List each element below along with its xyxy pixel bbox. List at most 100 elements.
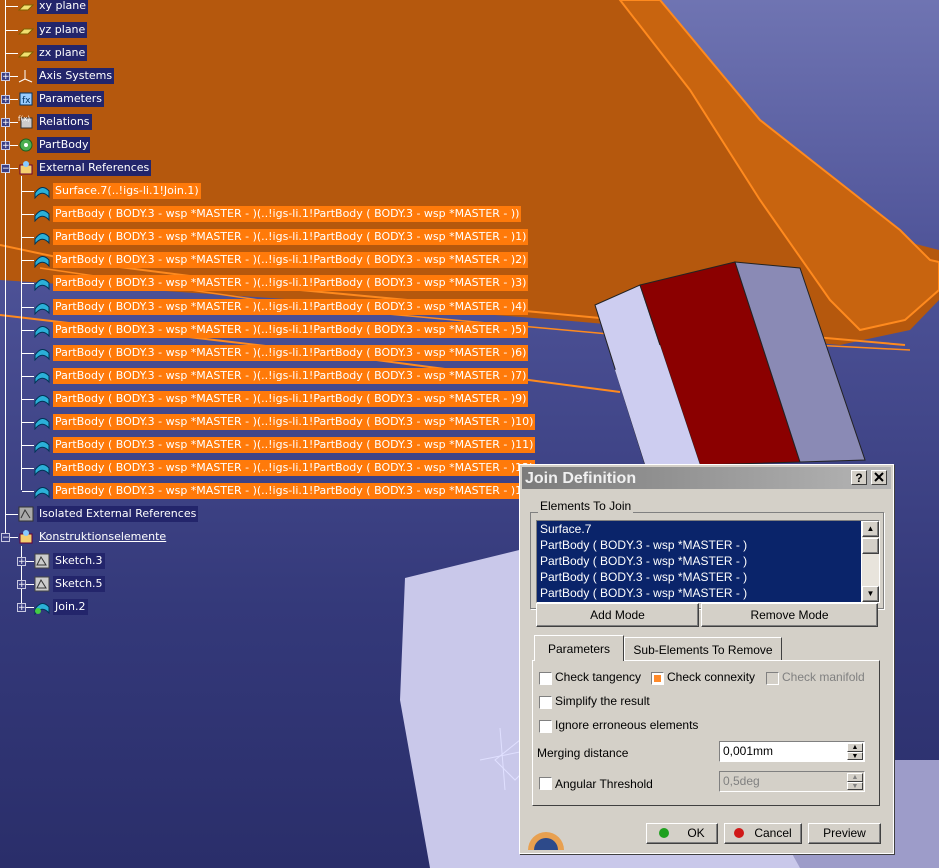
expand-icon[interactable]: + [1, 95, 10, 105]
remove-mode-button[interactable]: Remove Mode [701, 603, 878, 627]
tab-sub-elements-to-remove[interactable]: Sub-Elements To Remove [624, 637, 782, 661]
merging-distance-field[interactable]: 0,001mm ▲ ▼ [719, 741, 865, 762]
close-button[interactable] [871, 470, 887, 485]
check-manifold-checkbox[interactable] [766, 672, 779, 685]
elements-list-item[interactable]: PartBody ( BODY.3 - wsp *MASTER - ) [537, 553, 861, 569]
check-connexity-checkbox[interactable] [651, 672, 664, 685]
expand-icon[interactable]: + [1, 72, 10, 82]
tree-node-label: yz plane [37, 22, 88, 38]
tree-connector [6, 53, 18, 54]
tree-branch-line [21, 176, 22, 490]
tree-node-label: PartBody ( BODY.3 - wsp *MASTER - )(..!i… [53, 229, 529, 245]
elements-list[interactable]: Surface.7 PartBody ( BODY.3 - wsp *MASTER… [536, 520, 880, 603]
list-scrollbar[interactable]: ▲ ▼ [862, 521, 879, 602]
tree-node[interactable]: Konstruktionselemente [18, 528, 168, 546]
expand-icon[interactable]: + [17, 580, 26, 590]
angular-threshold-checkbox[interactable] [539, 777, 552, 790]
tree-connector [6, 6, 18, 7]
tree-node[interactable]: PartBody ( BODY.3 - wsp *MASTER - )(..!i… [34, 298, 529, 316]
close-icon [874, 472, 884, 482]
tree-node-label: PartBody ( BODY.3 - wsp *MASTER - )(..!i… [53, 460, 536, 476]
tree-node[interactable]: PartBody ( BODY.3 - wsp *MASTER - )(..!i… [34, 321, 529, 339]
elements-list-item[interactable]: PartBody ( BODY.3 - wsp *MASTER - ) [537, 537, 861, 553]
tree-node[interactable]: xy plane [17, 0, 89, 15]
partbody-icon [18, 137, 34, 153]
scroll-thumb[interactable] [862, 538, 879, 554]
collapse-icon[interactable]: − [1, 164, 10, 174]
add-mode-button[interactable]: Add Mode [536, 603, 699, 627]
tree-node-label: PartBody ( BODY.3 - wsp *MASTER - )(..!i… [53, 275, 529, 291]
dialog-titlebar[interactable]: Join Definition ? [522, 467, 891, 489]
tree-node[interactable]: zx plane [17, 44, 88, 62]
tree-node[interactable]: PartBody ( BODY.3 - wsp *MASTER - )(..!i… [34, 436, 536, 454]
expand-icon[interactable]: + [1, 118, 10, 128]
elements-list-item[interactable]: Surface.7 [537, 521, 861, 537]
tree-node[interactable]: PartBody ( BODY.3 - wsp *MASTER - )(..!i… [34, 344, 529, 362]
collapse-icon[interactable]: − [1, 533, 10, 543]
elements-list-item[interactable]: PartBody ( BODY.3 - wsp *MASTER - ) [537, 569, 861, 585]
tree-node-label: zx plane [37, 45, 88, 61]
ok-button[interactable]: OK [646, 823, 718, 844]
expand-icon[interactable]: + [17, 557, 26, 567]
elements-to-join-label: Elements To Join [538, 499, 634, 513]
angular-threshold-stepper[interactable]: ▲ ▼ [847, 773, 863, 790]
check-manifold-label: Check manifold [782, 670, 865, 684]
tree-connector [22, 445, 34, 446]
check-tangency-label: Check tangency [555, 670, 642, 684]
tree-node[interactable]: PartBody ( BODY.3 - wsp *MASTER - )(..!i… [34, 274, 529, 292]
tree-node[interactable]: PartBody ( BODY.3 - wsp *MASTER - )(..!i… [34, 228, 529, 246]
tree-node-label: xy plane [37, 0, 89, 14]
join-icon [34, 599, 50, 616]
tree-node[interactable]: PartBody [18, 136, 91, 154]
simplify-result-label: Simplify the result [555, 694, 650, 708]
simplify-result-checkbox[interactable] [539, 696, 552, 709]
scroll-down-button[interactable]: ▼ [862, 586, 879, 602]
tree-node[interactable]: PartBody ( BODY.3 - wsp *MASTER - )(..!i… [34, 251, 529, 269]
preview-button[interactable]: Preview [808, 823, 881, 844]
cancel-button[interactable]: Cancel [724, 823, 802, 844]
tree-node-label: Konstruktionselemente [39, 530, 167, 543]
tree-node[interactable]: f(x) Relations [18, 113, 92, 131]
tree-node[interactable]: PartBody ( BODY.3 - wsp *MASTER - )(..!i… [34, 390, 529, 408]
tree-node[interactable]: Sketch.3 [34, 552, 105, 570]
expand-icon[interactable]: + [17, 603, 26, 613]
ignore-erroneous-checkbox[interactable] [539, 720, 552, 733]
surface-icon [34, 299, 50, 316]
tree-connector [22, 353, 34, 354]
cancel-icon [734, 828, 745, 838]
ok-label: OK [687, 826, 705, 840]
help-button[interactable]: ? [851, 470, 867, 485]
check-tangency-checkbox[interactable] [539, 672, 552, 685]
tree-node-label: Relations [37, 114, 92, 130]
surface-icon [34, 368, 50, 385]
external-references-icon [18, 160, 34, 176]
tree-node-label: Axis Systems [37, 68, 115, 84]
tree-node[interactable]: PartBody ( BODY.3 - wsp *MASTER - )(..!i… [34, 367, 529, 385]
expand-icon[interactable]: + [1, 141, 10, 151]
tree-node[interactable]: Surface.7(..!igs-li.1!Join.1) [34, 182, 201, 200]
tree-node[interactable]: PartBody ( BODY.3 - wsp *MASTER - )(..!i… [34, 459, 536, 477]
catia-logo-icon [528, 832, 564, 868]
svg-text:f(x): f(x) [18, 115, 30, 123]
ignore-erroneous-label: Ignore erroneous elements [555, 718, 699, 732]
merging-distance-stepper[interactable]: ▲ ▼ [847, 743, 863, 760]
tree-node[interactable]: PartBody ( BODY.3 - wsp *MASTER - )(..!i… [34, 205, 522, 223]
tree-node[interactable]: External References [18, 159, 152, 177]
tab-parameters[interactable]: Parameters [534, 635, 624, 661]
parameters-icon: fx [18, 91, 34, 107]
tree-node[interactable]: fx Parameters [18, 90, 104, 108]
tree-node-label: PartBody ( BODY.3 - wsp *MASTER - )(..!i… [53, 437, 536, 453]
angular-threshold-field[interactable]: 0,5deg ▲ ▼ [719, 771, 865, 792]
elements-list-item[interactable]: PartBody ( BODY.3 - wsp *MASTER - ) [537, 585, 861, 601]
tree-node[interactable]: PartBody ( BODY.3 - wsp *MASTER - )(..!i… [34, 482, 536, 500]
scroll-up-button[interactable]: ▲ [862, 521, 879, 537]
tree-node[interactable]: PartBody ( BODY.3 - wsp *MASTER - )(..!i… [34, 413, 536, 431]
tree-node[interactable]: Axis Systems [18, 67, 115, 85]
svg-text:fx: fx [22, 96, 31, 106]
tree-node[interactable]: Isolated External References [18, 505, 199, 523]
tree-node[interactable]: Sketch.5 [34, 575, 105, 593]
ok-icon [659, 828, 670, 838]
surface-icon [34, 252, 50, 269]
tree-node[interactable]: yz plane [17, 21, 88, 39]
tree-node[interactable]: Join.2 [34, 598, 88, 616]
